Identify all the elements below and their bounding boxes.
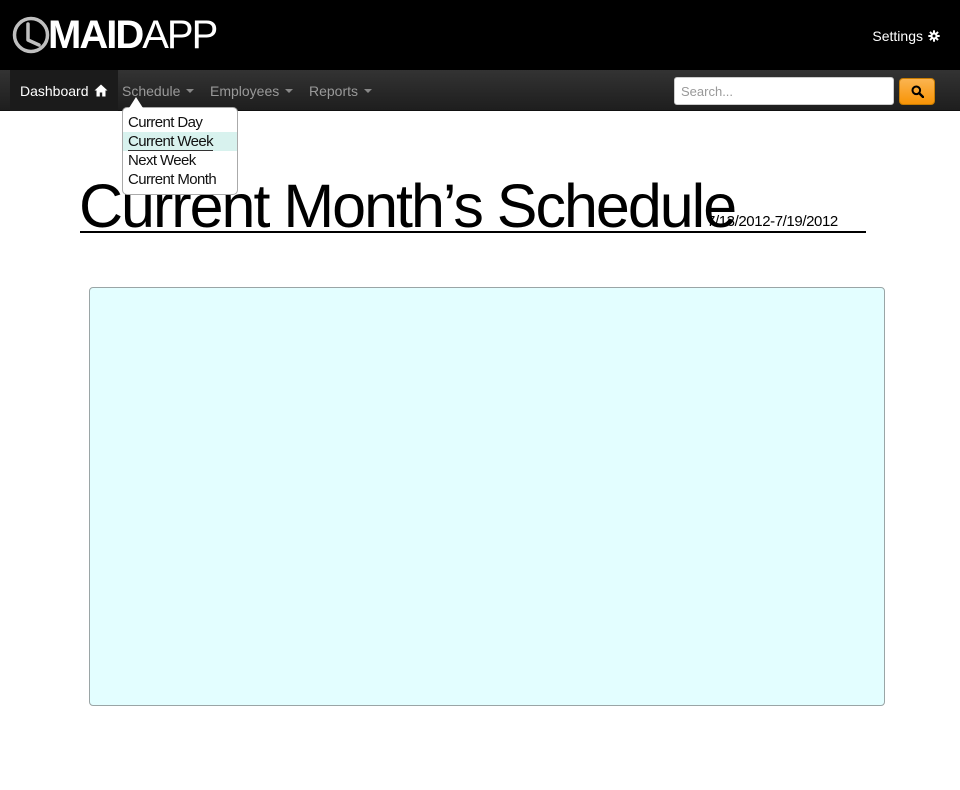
schedule-panel <box>89 287 885 706</box>
nav-reports-label: Reports <box>309 82 359 99</box>
menu-item-label: Current Month <box>128 171 217 188</box>
menu-item-current-month[interactable]: Current Month <box>123 170 237 189</box>
nav-employees[interactable]: Employees <box>210 70 294 111</box>
logo-word-app: APP <box>142 13 218 57</box>
nav-dashboard-label: Dashboard <box>20 82 89 99</box>
logo[interactable]: MAIDAPP <box>12 13 218 57</box>
schedule-dropdown-menu: Current Day Current Week Next Week Curre… <box>122 107 238 195</box>
logo-word-maid: MAID <box>48 13 144 57</box>
search-input[interactable] <box>674 77 894 105</box>
navbar: Dashboard Schedule Employees Reports <box>0 70 960 111</box>
nav-reports[interactable]: Reports <box>309 70 373 111</box>
search-button[interactable] <box>899 78 935 105</box>
search-icon <box>911 85 924 98</box>
menu-item-label: Current Day <box>128 114 203 131</box>
gear-icon <box>928 30 940 42</box>
menu-item-current-week[interactable]: Current Week <box>123 132 237 151</box>
settings-link[interactable]: Settings <box>872 28 940 44</box>
menu-item-label: Current Week <box>128 133 214 151</box>
settings-label: Settings <box>872 28 923 44</box>
caret-down-icon <box>285 89 294 93</box>
menu-item-label: Next Week <box>128 152 196 169</box>
top-header: MAIDAPP Settings <box>0 0 960 70</box>
menu-item-next-week[interactable]: Next Week <box>123 151 237 170</box>
caret-down-icon <box>364 89 373 93</box>
nav-employees-label: Employees <box>210 82 280 99</box>
caret-down-icon <box>186 89 195 93</box>
home-icon <box>94 84 107 97</box>
logo-wordmark: MAIDAPP <box>48 13 218 57</box>
nav-dashboard[interactable]: Dashboard <box>10 70 118 111</box>
menu-item-current-day[interactable]: Current Day <box>123 113 237 132</box>
date-range: 7/13/2012-7/19/2012 <box>707 213 838 230</box>
clock-logo-icon <box>12 16 50 54</box>
dropdown-pointer <box>129 97 143 108</box>
